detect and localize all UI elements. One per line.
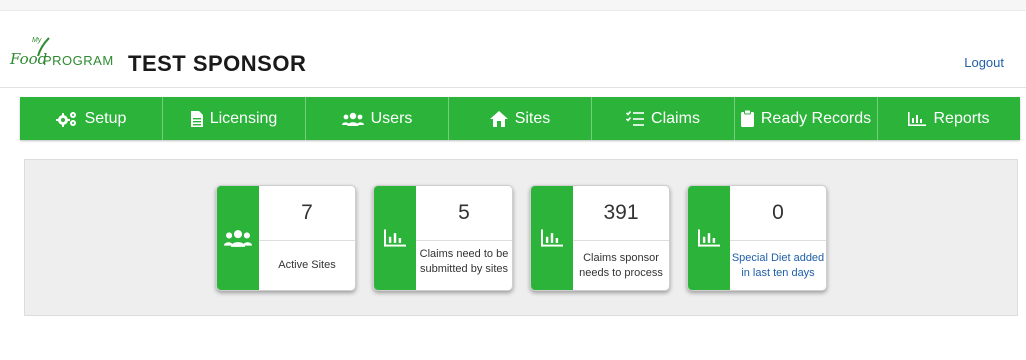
- nav-setup[interactable]: Setup: [20, 97, 163, 140]
- bar-chart-icon: [541, 229, 563, 247]
- users-icon: [224, 230, 252, 247]
- stat-label: Claims sponsor needs to process: [579, 251, 663, 279]
- nav-reports[interactable]: Reports: [878, 97, 1020, 140]
- stat-card-special-diet[interactable]: 0 Special Diet added in last ten days: [687, 185, 827, 291]
- nav-sites[interactable]: Sites: [449, 97, 592, 140]
- nav-sites-label: Sites: [514, 109, 551, 127]
- stat-value: 7: [259, 186, 355, 241]
- nav-ready-records[interactable]: Ready Records: [735, 97, 878, 140]
- sponsor-name: TEST SPONSOR: [128, 51, 307, 76]
- stat-card-icon-bar: [217, 186, 259, 290]
- nav-claims[interactable]: Claims: [592, 97, 735, 140]
- logo-program-text: PROGRAM: [43, 53, 114, 68]
- logo-food-text: Food: [10, 50, 48, 68]
- logout-link[interactable]: Logout: [964, 55, 1004, 70]
- stat-label: Active Sites: [278, 259, 336, 271]
- gears-icon: [55, 111, 78, 127]
- bar-chart-icon: [908, 111, 927, 126]
- nav-setup-label: Setup: [84, 109, 127, 127]
- stat-card-active-sites[interactable]: 7 Active Sites: [216, 185, 356, 291]
- clipboard-icon: [740, 110, 754, 127]
- stat-card-icon-bar: [688, 186, 730, 290]
- stat-value: 391: [573, 186, 669, 241]
- nav-reports-label: Reports: [933, 109, 990, 127]
- stat-label-link[interactable]: Special Diet added in last ten days: [730, 241, 826, 290]
- myfoodprogram-logo[interactable]: My Food PROGRAM: [10, 37, 122, 75]
- nav-users-label: Users: [370, 109, 413, 127]
- nav-ready-records-label: Ready Records: [760, 109, 872, 127]
- users-icon: [341, 112, 364, 126]
- stat-label: Claims need to be submitted by sites: [419, 248, 509, 275]
- stat-card-claims-to-process[interactable]: 391 Claims sponsor needs to process: [530, 185, 670, 291]
- home-icon: [489, 110, 508, 127]
- stat-card-icon-bar: [374, 186, 416, 290]
- document-icon: [190, 110, 203, 127]
- nav-licensing[interactable]: Licensing: [163, 97, 306, 140]
- stat-card-icon-bar: [531, 186, 573, 290]
- checklist-icon: [626, 110, 645, 127]
- stat-card-claims-to-submit[interactable]: 5 Claims need to be submitted by sites: [373, 185, 513, 291]
- bar-chart-icon: [698, 229, 720, 247]
- nav-licensing-label: Licensing: [209, 109, 278, 127]
- main-nav: Setup Licensing Users Sites Claims Ready…: [20, 97, 1020, 140]
- nav-users[interactable]: Users: [306, 97, 449, 140]
- stat-value: 0: [730, 186, 826, 241]
- app-header: My Food PROGRAM TEST SPONSOR Logout: [0, 11, 1026, 88]
- dashboard-panel: 7 Active Sites 5 Claims need to be submi…: [24, 159, 1018, 316]
- nav-claims-label: Claims: [651, 109, 700, 127]
- top-strip: [0, 0, 1026, 11]
- bar-chart-icon: [384, 229, 406, 247]
- stat-value: 5: [416, 186, 512, 241]
